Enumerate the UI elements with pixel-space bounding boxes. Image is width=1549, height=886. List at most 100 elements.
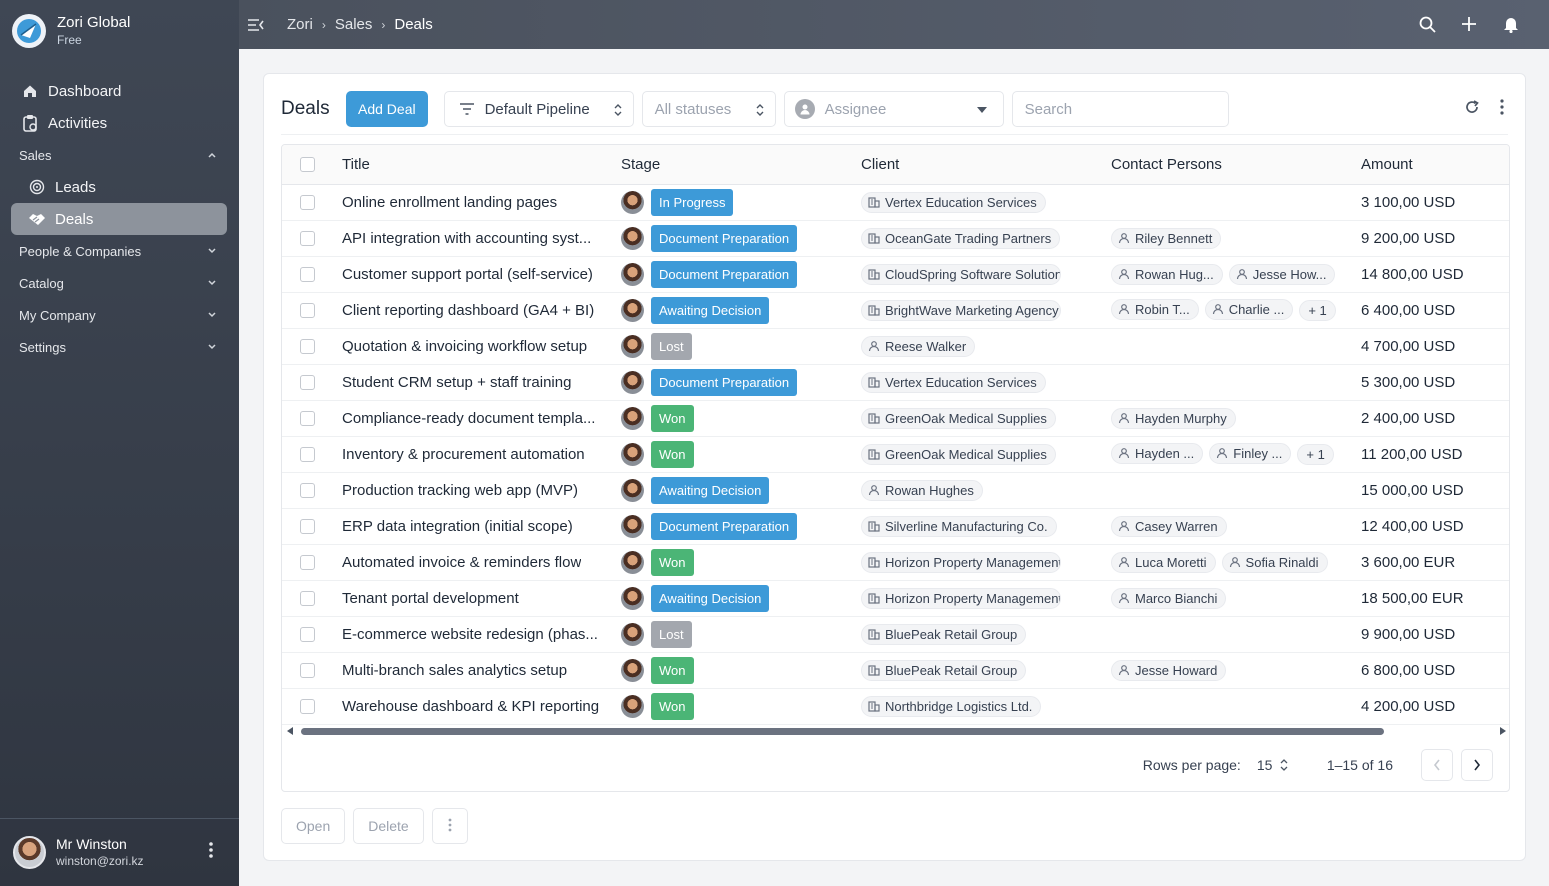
deal-title-link[interactable]: Compliance-ready document templa... xyxy=(342,410,595,427)
deal-title-link[interactable]: Online enrollment landing pages xyxy=(342,194,557,211)
client-chip[interactable]: CloudSpring Software Solutions xyxy=(861,263,1061,285)
scrollbar-track[interactable] xyxy=(301,728,1491,735)
deal-title-link[interactable]: Tenant portal development xyxy=(342,590,519,607)
sidebar-item-activities[interactable]: Activities xyxy=(11,107,227,139)
client-chip[interactable]: BluePeak Retail Group xyxy=(861,659,1027,681)
row-checkbox[interactable] xyxy=(300,482,315,498)
client-chip[interactable]: Horizon Property Management xyxy=(861,587,1061,609)
contact-chip[interactable]: Hayden Murphy xyxy=(1111,407,1236,429)
scroll-left-icon[interactable] xyxy=(287,727,293,735)
client-chip[interactable]: Reese Walker xyxy=(861,335,976,357)
table-row[interactable]: Client reporting dashboard (GA4 + BI) Awa… xyxy=(282,292,1509,329)
row-checkbox[interactable] xyxy=(300,266,315,282)
refresh-icon[interactable] xyxy=(1464,99,1480,120)
deal-title-link[interactable]: Warehouse dashboard & KPI reporting xyxy=(342,698,599,715)
client-chip[interactable]: Horizon Property Management xyxy=(861,551,1061,573)
breadcrumb-item[interactable]: Sales xyxy=(335,16,373,33)
add-deal-button[interactable]: Add Deal xyxy=(346,91,428,127)
table-row[interactable]: Student CRM setup + staff training Docume… xyxy=(282,364,1509,401)
deal-title-link[interactable]: ERP data integration (initial scope) xyxy=(342,518,573,535)
row-checkbox[interactable] xyxy=(300,626,315,642)
deal-title-link[interactable]: Student CRM setup + staff training xyxy=(342,374,571,391)
next-page-button[interactable] xyxy=(1461,748,1493,781)
row-checkbox[interactable] xyxy=(300,554,315,570)
sidebar-group-settings[interactable]: Settings xyxy=(11,331,227,363)
deal-title-link[interactable]: Client reporting dashboard (GA4 + BI) xyxy=(342,302,594,319)
rows-per-page-select[interactable]: 15 xyxy=(1257,757,1293,773)
status-select[interactable]: All statuses xyxy=(641,91,776,127)
client-chip[interactable]: Silverline Manufacturing Co. xyxy=(861,515,1057,537)
deal-title-link[interactable]: API integration with accounting syst... xyxy=(342,230,591,247)
contact-chip[interactable]: Jesse Howard xyxy=(1111,659,1227,681)
contact-more-chip[interactable]: + 1 xyxy=(1297,444,1334,466)
sidebar-group-company[interactable]: My Company xyxy=(11,299,227,331)
contact-chip[interactable]: Sofia Rinaldi xyxy=(1221,551,1328,573)
row-checkbox[interactable] xyxy=(300,374,315,390)
column-header-stage[interactable]: Stage xyxy=(621,145,861,185)
sidebar-group-people[interactable]: People & Companies xyxy=(11,235,227,267)
open-button[interactable]: Open xyxy=(281,808,346,844)
table-row[interactable]: Tenant portal development Awaiting Decisi… xyxy=(282,580,1509,617)
row-checkbox[interactable] xyxy=(300,302,315,318)
scrollbar-thumb[interactable] xyxy=(301,728,1384,735)
row-checkbox[interactable] xyxy=(300,698,315,714)
more-vertical-icon[interactable] xyxy=(1500,99,1504,120)
contact-chip[interactable]: Marco Bianchi xyxy=(1111,587,1227,609)
client-chip[interactable]: Rowan Hughes xyxy=(861,479,983,501)
client-chip[interactable]: Vertex Education Services xyxy=(861,371,1046,393)
row-checkbox[interactable] xyxy=(300,590,315,606)
pipeline-select[interactable]: Default Pipeline xyxy=(443,91,634,127)
bell-icon[interactable] xyxy=(1501,14,1521,34)
contact-chip[interactable]: Luca Moretti xyxy=(1111,551,1216,573)
plus-icon[interactable] xyxy=(1459,14,1479,34)
row-checkbox[interactable] xyxy=(300,662,315,678)
scroll-right-icon[interactable] xyxy=(1500,727,1506,735)
assignee-select[interactable]: Assignee xyxy=(783,91,1004,127)
table-row[interactable]: Quotation & invoicing workflow setup Lost… xyxy=(282,328,1509,365)
row-checkbox[interactable] xyxy=(300,446,315,462)
table-row[interactable]: E-commerce website redesign (phas... Lost… xyxy=(282,616,1509,653)
table-row[interactable]: Warehouse dashboard & KPI reporting Won No… xyxy=(282,688,1509,725)
contact-more-chip[interactable]: + 1 xyxy=(1299,300,1336,322)
search-icon[interactable] xyxy=(1417,14,1437,34)
row-checkbox[interactable] xyxy=(300,338,315,354)
table-row[interactable]: Online enrollment landing pages In Progre… xyxy=(282,184,1509,221)
contact-chip[interactable]: Hayden ... xyxy=(1111,442,1204,464)
column-header-contacts[interactable]: Contact Persons xyxy=(1111,145,1361,185)
horizontal-scrollbar[interactable] xyxy=(287,726,1506,738)
row-checkbox[interactable] xyxy=(300,410,315,426)
previous-page-button[interactable] xyxy=(1421,748,1453,781)
contact-chip[interactable]: Rowan Hug... xyxy=(1111,263,1223,285)
breadcrumb-item[interactable]: Zori xyxy=(287,16,313,33)
deal-title-link[interactable]: Multi-branch sales analytics setup xyxy=(342,662,567,679)
client-chip[interactable]: BluePeak Retail Group xyxy=(861,623,1027,645)
deal-title-link[interactable]: Production tracking web app (MVP) xyxy=(342,482,578,499)
row-checkbox[interactable] xyxy=(300,230,315,246)
menu-collapse-icon[interactable] xyxy=(247,16,265,34)
table-row[interactable]: Inventory & procurement automation Won Gre… xyxy=(282,436,1509,473)
sidebar-item-leads[interactable]: Leads xyxy=(11,171,227,203)
column-header-title[interactable]: Title xyxy=(342,145,621,185)
deal-title-link[interactable]: Automated invoice & reminders flow xyxy=(342,554,581,571)
sidebar-item-dashboard[interactable]: Dashboard xyxy=(11,75,227,107)
contact-chip[interactable]: Riley Bennett xyxy=(1111,227,1222,249)
sidebar-group-sales[interactable]: Sales xyxy=(11,139,227,171)
client-chip[interactable]: Northbridge Logistics Ltd. xyxy=(861,695,1042,717)
table-row[interactable]: Customer support portal (self-service) Do… xyxy=(282,256,1509,293)
table-row[interactable]: Multi-branch sales analytics setup Won Blu… xyxy=(282,652,1509,689)
avatar[interactable] xyxy=(13,836,46,869)
more-vertical-icon[interactable] xyxy=(199,842,223,863)
contact-chip[interactable]: Charlie ... xyxy=(1204,298,1294,320)
column-header-client[interactable]: Client xyxy=(861,145,1111,185)
row-checkbox[interactable] xyxy=(300,518,315,534)
more-actions-button[interactable] xyxy=(431,808,468,844)
table-row[interactable]: Production tracking web app (MVP) Awaitin… xyxy=(282,472,1509,509)
contact-chip[interactable]: Casey Warren xyxy=(1111,515,1227,537)
client-chip[interactable]: Vertex Education Services xyxy=(861,191,1046,213)
table-row[interactable]: Compliance-ready document templa... Won Gr… xyxy=(282,400,1509,437)
delete-button[interactable]: Delete xyxy=(353,808,424,844)
deal-title-link[interactable]: Inventory & procurement automation xyxy=(342,446,585,463)
contact-chip[interactable]: Robin T... xyxy=(1111,298,1199,320)
brand[interactable]: Zori Global Free xyxy=(12,14,130,48)
client-chip[interactable]: GreenOak Medical Supplies xyxy=(861,443,1056,465)
